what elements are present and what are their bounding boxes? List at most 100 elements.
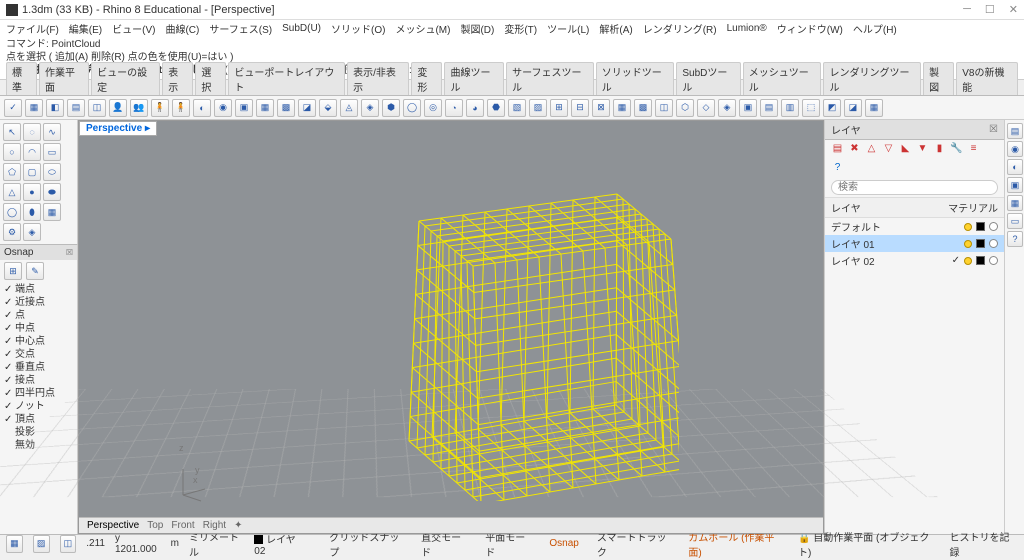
tool-button[interactable]: ▦ xyxy=(613,99,631,117)
menu-item[interactable]: 製図(D) xyxy=(460,21,494,36)
layer-row[interactable]: レイヤ 01 xyxy=(825,235,1004,252)
mesh-box-object[interactable] xyxy=(399,171,679,504)
toolbar-tab[interactable]: 標準 xyxy=(6,62,37,95)
tool-button[interactable]: ▣ xyxy=(235,99,253,117)
tool-button[interactable]: ◩ xyxy=(823,99,841,117)
menu-item[interactable]: メッシュ(M) xyxy=(395,21,450,36)
cylinder-icon[interactable]: ⬭ xyxy=(43,163,61,181)
rect-icon[interactable]: ▭ xyxy=(43,143,61,161)
toolbar-tab[interactable]: 表示 xyxy=(162,62,193,95)
tool-button[interactable]: ◕ xyxy=(466,99,484,117)
pointer-icon[interactable]: ↖ xyxy=(3,123,21,141)
viewport-tab[interactable]: Top xyxy=(147,520,163,531)
check-icon[interactable]: ✓ xyxy=(4,99,22,117)
person-icon[interactable]: 👤 xyxy=(109,99,127,117)
tool-button[interactable]: ⬙ xyxy=(319,99,337,117)
arc-icon[interactable]: ◠ xyxy=(23,143,41,161)
tool-button[interactable]: ◇ xyxy=(697,99,715,117)
tool-button[interactable]: ▤ xyxy=(760,99,778,117)
menu-item[interactable]: Lumion® xyxy=(727,23,767,34)
new-layer-icon[interactable]: ▤ xyxy=(831,143,844,156)
pipe-icon[interactable]: ⬮ xyxy=(23,203,41,221)
person-icon[interactable]: 🧍 xyxy=(172,99,190,117)
menu-icon[interactable]: ≡ xyxy=(967,143,980,156)
layer-search-input[interactable] xyxy=(831,180,998,195)
menu-item[interactable]: ファイル(F) xyxy=(6,21,59,36)
menu-item[interactable]: 曲線(C) xyxy=(165,21,199,36)
menu-item[interactable]: ビュー(V) xyxy=(112,21,155,36)
toolbar-tab[interactable]: V8の新機能 xyxy=(956,62,1018,95)
tool-button[interactable]: ◧ xyxy=(46,99,64,117)
tool-button[interactable]: ◈ xyxy=(361,99,379,117)
osnap-panel-header[interactable]: Osnap ☒ xyxy=(0,244,78,260)
tool-button[interactable]: ◯ xyxy=(403,99,421,117)
help-icon[interactable]: ? xyxy=(831,162,844,175)
tool-button[interactable]: ◪ xyxy=(298,99,316,117)
triangle-icon[interactable]: ◣ xyxy=(899,143,912,156)
toolbar-tab[interactable]: SubDツール xyxy=(676,62,740,95)
toolbar-tab[interactable]: ビューの設定 xyxy=(91,62,160,95)
tool-button[interactable]: ◈ xyxy=(23,223,41,241)
tool-button[interactable]: ▥ xyxy=(781,99,799,117)
menu-item[interactable]: 編集(E) xyxy=(69,21,102,36)
osnap-option[interactable]: ✓垂直点 xyxy=(4,361,73,374)
toolbar-tab[interactable]: 曲線ツール xyxy=(444,62,504,95)
person-icon[interactable]: 🧍 xyxy=(151,99,169,117)
osnap-option[interactable]: ✓接点 xyxy=(4,374,73,387)
tool-button[interactable]: ⊞ xyxy=(550,99,568,117)
osnap-toggle-icon[interactable]: ✎ xyxy=(26,262,44,280)
toolbar-tab[interactable]: 選択 xyxy=(195,62,226,95)
sphere-icon[interactable]: ● xyxy=(23,183,41,201)
tool-button[interactable]: ▣ xyxy=(739,99,757,117)
toolbar-tab[interactable]: 変形 xyxy=(411,62,442,95)
color-icon[interactable]: ▮ xyxy=(933,143,946,156)
lasso-icon[interactable]: ◌ xyxy=(23,123,41,141)
up-icon[interactable]: △ xyxy=(865,143,878,156)
tool-button[interactable]: ⊟ xyxy=(571,99,589,117)
layers-panel-header[interactable]: レイヤ ☒ xyxy=(825,120,1004,140)
menu-item[interactable]: レンダリング(R) xyxy=(643,21,717,36)
add-viewport-icon[interactable]: ✦ xyxy=(234,520,242,531)
tool-button[interactable]: ▦ xyxy=(865,99,883,117)
toolbar-tab[interactable]: レンダリングツール xyxy=(823,62,921,95)
viewport-label[interactable]: Perspective ▸ xyxy=(79,121,157,136)
tool-button[interactable]: ⬡ xyxy=(676,99,694,117)
viewport-tab[interactable]: Front xyxy=(171,520,194,531)
tool-button[interactable]: ▧ xyxy=(508,99,526,117)
close-icon[interactable]: ☒ xyxy=(66,248,73,257)
menu-item[interactable]: ヘルプ(H) xyxy=(853,21,897,36)
osnap-option[interactable]: ✓中心点 xyxy=(4,335,73,348)
tool-button[interactable]: ▦ xyxy=(25,99,43,117)
menu-item[interactable]: ウィンドウ(W) xyxy=(777,21,843,36)
menu-item[interactable]: SubD(U) xyxy=(282,23,321,34)
properties-icon[interactable]: ▣ xyxy=(1007,177,1023,193)
osnap-option[interactable]: ✓近接点 xyxy=(4,296,73,309)
osnap-option[interactable]: ✓中点 xyxy=(4,322,73,335)
layers-icon[interactable]: ▤ xyxy=(1007,123,1023,139)
people-icon[interactable]: 👥 xyxy=(130,99,148,117)
down-icon[interactable]: ▽ xyxy=(882,143,895,156)
menu-item[interactable]: ソリッド(O) xyxy=(331,21,385,36)
render-icon[interactable]: ◉ xyxy=(1007,141,1023,157)
circle-icon[interactable]: ○ xyxy=(3,143,21,161)
tool-button[interactable]: ⬢ xyxy=(382,99,400,117)
camera-icon[interactable]: ▭ xyxy=(1007,213,1023,229)
tool-button[interactable]: ◎ xyxy=(424,99,442,117)
close-button[interactable]: ✕ xyxy=(1009,3,1018,16)
toolbar-tab[interactable]: サーフェスツール xyxy=(506,62,594,95)
tool-button[interactable]: ⬚ xyxy=(802,99,820,117)
maximize-button[interactable]: ☐ xyxy=(985,3,995,16)
tool-button[interactable]: ▤ xyxy=(67,99,85,117)
toolbar-tab[interactable]: ソリッドツール xyxy=(596,62,675,95)
tool-button[interactable]: ▨ xyxy=(529,99,547,117)
tool-button[interactable]: ⊠ xyxy=(592,99,610,117)
layer-row[interactable]: デフォルト xyxy=(825,218,1004,235)
tool-button[interactable]: ▩ xyxy=(634,99,652,117)
menu-item[interactable]: ツール(L) xyxy=(547,21,589,36)
delete-layer-icon[interactable]: ✖ xyxy=(848,143,861,156)
hammer-icon[interactable]: 🔧 xyxy=(950,143,963,156)
toolbar-tab[interactable]: 製図 xyxy=(923,62,954,95)
menu-item[interactable]: 変形(T) xyxy=(504,21,537,36)
tool-button[interactable]: ◫ xyxy=(88,99,106,117)
tool-button[interactable]: ◐ xyxy=(193,99,211,117)
